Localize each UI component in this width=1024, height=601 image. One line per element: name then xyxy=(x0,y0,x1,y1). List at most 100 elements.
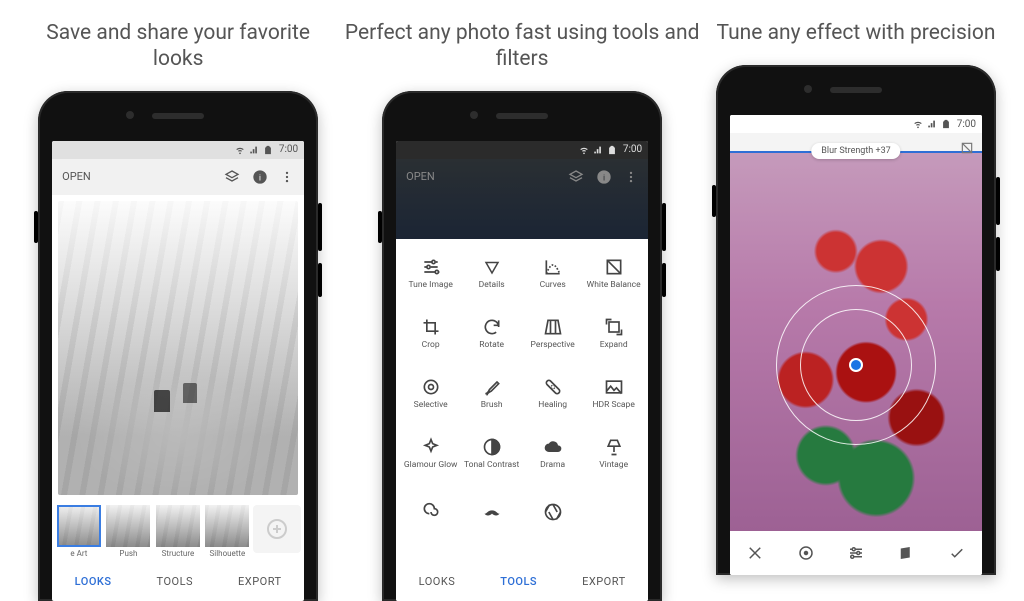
tool-label: Curves xyxy=(540,281,566,290)
tool-vintage[interactable]: Vintage xyxy=(583,425,644,483)
signal-icon xyxy=(593,145,603,155)
tools-grid: Tune Image Details Curves White Balance … xyxy=(396,239,648,549)
info-icon[interactable]: i xyxy=(252,169,268,185)
caption-3: Tune any effect with precision xyxy=(717,20,996,47)
top-bar: OPEN i xyxy=(52,159,304,195)
contrast-icon xyxy=(482,437,502,457)
add-look-button[interactable] xyxy=(254,505,300,561)
tool-tune-image[interactable]: Tune Image xyxy=(400,245,461,303)
tool-label: Crop xyxy=(422,341,440,350)
landscape-icon xyxy=(604,377,624,397)
tool-details[interactable]: Details xyxy=(461,245,522,303)
focus-point[interactable] xyxy=(849,358,863,372)
tool-curves[interactable]: Curves xyxy=(522,245,583,303)
plus-circle-icon xyxy=(265,517,289,541)
signal-icon xyxy=(249,145,259,155)
curves-icon xyxy=(543,257,563,277)
panel-looks: Save and share your favorite looks 7:00 … xyxy=(28,20,328,575)
photo-canvas[interactable] xyxy=(730,153,982,531)
bottom-tabs: LOOKS TOOLS EXPORT xyxy=(396,563,648,601)
tool-label: Brush xyxy=(481,401,503,410)
look-thumb[interactable]: Push xyxy=(106,505,152,561)
dimmed-photo-area: OPEN i xyxy=(396,159,648,239)
param-chip: Blur Strength +37 xyxy=(811,143,900,159)
wifi-icon xyxy=(235,145,245,155)
phone-3: 7:00 Blur Strength +37 xyxy=(716,65,996,575)
sliders-icon xyxy=(421,257,441,277)
brush-icon xyxy=(482,377,502,397)
tab-tools[interactable]: TOOLS xyxy=(500,575,537,588)
battery-icon xyxy=(607,145,617,155)
look-thumb[interactable]: Silhouette xyxy=(205,505,251,561)
screen-tools: 7:00 OPEN i Tune Image Details Curves xyxy=(396,141,648,601)
open-button[interactable]: OPEN xyxy=(62,170,91,183)
layers-icon[interactable] xyxy=(568,169,584,185)
close-icon xyxy=(746,544,764,562)
status-bar: 7:00 xyxy=(730,115,982,133)
look-label: Silhouette xyxy=(210,549,246,558)
tool-brush[interactable]: Brush xyxy=(461,365,522,423)
layers-icon[interactable] xyxy=(224,169,240,185)
tool-label: Glamour Glow xyxy=(404,461,458,470)
compare-icon[interactable] xyxy=(960,141,974,155)
tool-label: Selective xyxy=(414,401,448,410)
invert-button[interactable] xyxy=(892,539,920,567)
wifi-icon xyxy=(913,119,923,129)
edit-toolbar xyxy=(730,531,982,575)
shape-button[interactable] xyxy=(792,539,820,567)
target-icon xyxy=(421,377,441,397)
look-label: Push xyxy=(119,549,137,558)
open-button[interactable]: OPEN xyxy=(406,170,435,183)
apply-button[interactable] xyxy=(943,539,971,567)
circle-dot-icon xyxy=(797,544,815,562)
tab-looks[interactable]: LOOKS xyxy=(75,575,112,588)
tool-label: Tonal Contrast xyxy=(464,461,519,470)
status-bar: 7:00 xyxy=(52,141,304,159)
card-icon xyxy=(897,544,915,562)
tool-rotate[interactable]: Rotate xyxy=(461,305,522,363)
tab-looks[interactable]: LOOKS xyxy=(419,575,456,588)
tool-drama[interactable]: Drama xyxy=(522,425,583,483)
screen-precision: 7:00 Blur Strength +37 xyxy=(730,115,982,575)
screen-looks: 7:00 OPEN i e Art Push Structure Silhoue… xyxy=(52,141,304,601)
tool-glamour-glow[interactable]: Glamour Glow xyxy=(400,425,461,483)
triangle-down-icon xyxy=(483,258,501,276)
expand-icon xyxy=(604,317,624,337)
perspective-icon xyxy=(543,317,563,337)
look-thumb[interactable]: Structure xyxy=(155,505,201,561)
look-thumb[interactable]: e Art xyxy=(56,505,102,561)
status-time: 7:00 xyxy=(957,119,976,130)
overflow-icon[interactable] xyxy=(280,169,294,185)
info-icon[interactable]: i xyxy=(596,169,612,185)
tool-selective[interactable]: Selective xyxy=(400,365,461,423)
tool-label: Healing xyxy=(538,401,567,410)
tool-label: Drama xyxy=(540,461,565,470)
overflow-icon[interactable] xyxy=(624,169,638,185)
bottom-tabs: LOOKS TOOLS EXPORT xyxy=(52,563,304,601)
tool-label: Perspective xyxy=(531,341,575,350)
rotate-icon xyxy=(482,317,502,337)
look-label: e Art xyxy=(70,549,87,558)
cancel-button[interactable] xyxy=(741,539,769,567)
tool-extra-1[interactable] xyxy=(400,485,461,543)
tool-extra-2[interactable] xyxy=(461,485,522,543)
tool-extra-3[interactable] xyxy=(522,485,583,543)
tool-expand[interactable]: Expand xyxy=(583,305,644,363)
tool-perspective[interactable]: Perspective xyxy=(522,305,583,363)
tool-label: White Balance xyxy=(587,281,641,290)
main-photo[interactable] xyxy=(58,201,298,495)
tab-export[interactable]: EXPORT xyxy=(582,575,626,588)
phone-1: 7:00 OPEN i e Art Push Structure Silhoue… xyxy=(38,91,318,601)
tool-white-balance[interactable]: White Balance xyxy=(583,245,644,303)
tool-tonal-contrast[interactable]: Tonal Contrast xyxy=(461,425,522,483)
tab-export[interactable]: EXPORT xyxy=(238,575,282,588)
adjust-button[interactable] xyxy=(842,539,870,567)
tool-crop[interactable]: Crop xyxy=(400,305,461,363)
spiral-icon xyxy=(421,502,441,522)
look-label: Structure xyxy=(162,549,195,558)
tab-tools[interactable]: TOOLS xyxy=(157,575,194,588)
tool-hdr-scape[interactable]: HDR Scape xyxy=(583,365,644,423)
bandage-icon xyxy=(543,377,563,397)
tool-healing[interactable]: Healing xyxy=(522,365,583,423)
check-icon xyxy=(948,544,966,562)
